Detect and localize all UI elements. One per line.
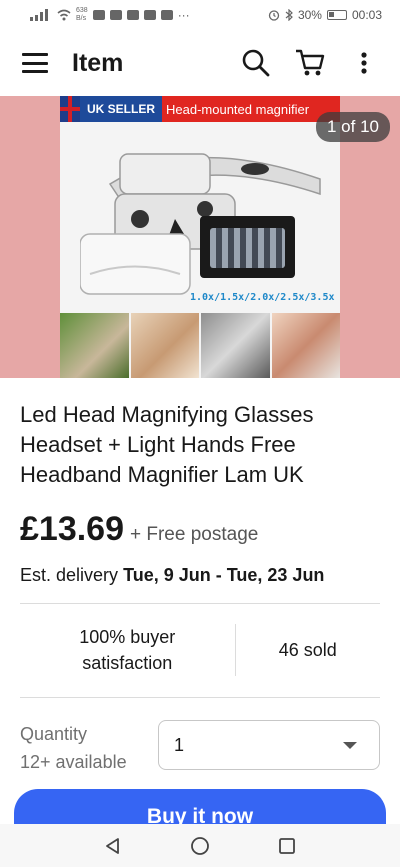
page-title: Item — [72, 48, 124, 77]
lens-case-illustration — [200, 216, 295, 278]
status-right: 30% 00:03 — [268, 8, 382, 22]
more-options-icon[interactable] — [344, 43, 384, 83]
quantity-available: 12+ available — [20, 752, 127, 772]
quantity-value: 1 — [174, 734, 185, 755]
clock: 00:03 — [351, 8, 382, 22]
thumbnail-dentist — [271, 313, 340, 378]
image-counter: 1 of 10 — [316, 112, 390, 142]
cart-icon[interactable] — [290, 43, 330, 83]
image-gallery[interactable]: UK SELLER Head-mounted magnifier 1.0x/1.… — [0, 96, 400, 378]
network-speed-unit: B/s — [76, 15, 87, 22]
notification-overflow: ··· — [177, 8, 190, 22]
buyer-satisfaction: 100% buyer satisfaction — [79, 627, 176, 673]
quantity-label: Quantity — [20, 724, 88, 744]
uk-seller-label: UK SELLER — [80, 96, 162, 122]
sold-count: 46 sold — [278, 640, 337, 660]
delivery-label: Est. delivery — [20, 565, 119, 585]
thumbnail-watch — [201, 313, 270, 378]
seller-stats: 100% buyer satisfaction 46 sold — [20, 604, 380, 696]
facebook-icon — [109, 10, 122, 20]
bluetooth-icon — [285, 9, 293, 21]
alarm-icon — [268, 10, 280, 21]
recents-icon[interactable] — [278, 837, 296, 855]
status-bar: 638 B/s ··· 30% 00:03 — [0, 0, 400, 30]
signal-icon — [30, 9, 48, 21]
delivery-dates: Tue, 9 Jun - Tue, 23 Jun — [123, 565, 325, 585]
youtube-icon — [126, 10, 139, 20]
menu-icon[interactable] — [20, 50, 50, 76]
uk-flag-icon — [60, 96, 80, 122]
status-left: 638 B/s ··· — [30, 7, 190, 23]
quantity-select[interactable]: 1 — [158, 720, 380, 770]
divider — [20, 697, 380, 698]
search-icon[interactable] — [236, 43, 276, 83]
chevron-down-icon — [343, 741, 357, 749]
battery-icon — [326, 10, 347, 20]
product-image[interactable]: UK SELLER Head-mounted magnifier 1.0x/1.… — [60, 96, 340, 378]
thumbnail-needle — [130, 313, 199, 378]
app-header: Item — [0, 30, 400, 96]
mail-icon — [92, 10, 105, 20]
quantity-label-group: Quantity 12+ available — [20, 720, 127, 776]
home-icon[interactable] — [190, 836, 210, 856]
system-nav-bar — [0, 824, 400, 867]
youtube-icon-2 — [143, 10, 156, 20]
network-speed-value: 638 — [76, 7, 88, 14]
magnification-levels: 1.0x/1.5x/2.0x/2.5x/3.5x — [190, 292, 335, 303]
youtube-icon-3 — [160, 10, 173, 20]
back-icon[interactable] — [104, 837, 122, 855]
wifi-icon — [57, 9, 71, 21]
thumbnail-circuit — [60, 313, 129, 378]
banner-caption: Head-mounted magnifier — [162, 96, 340, 122]
estimated-delivery: Est. delivery Tue, 9 Jun - Tue, 23 Jun — [20, 565, 324, 586]
postage-info: + Free postage — [130, 524, 259, 545]
item-title: Led Head Magnifying Glasses Headset + Li… — [20, 402, 314, 487]
item-price: £13.69 — [20, 510, 124, 548]
image-banner: UK SELLER Head-mounted magnifier — [60, 96, 340, 122]
image-thumbnails — [60, 313, 340, 378]
price-row: £13.69 + Free postage — [20, 510, 258, 549]
battery-percent: 30% — [297, 8, 322, 22]
network-speed: 638 B/s — [76, 7, 88, 23]
